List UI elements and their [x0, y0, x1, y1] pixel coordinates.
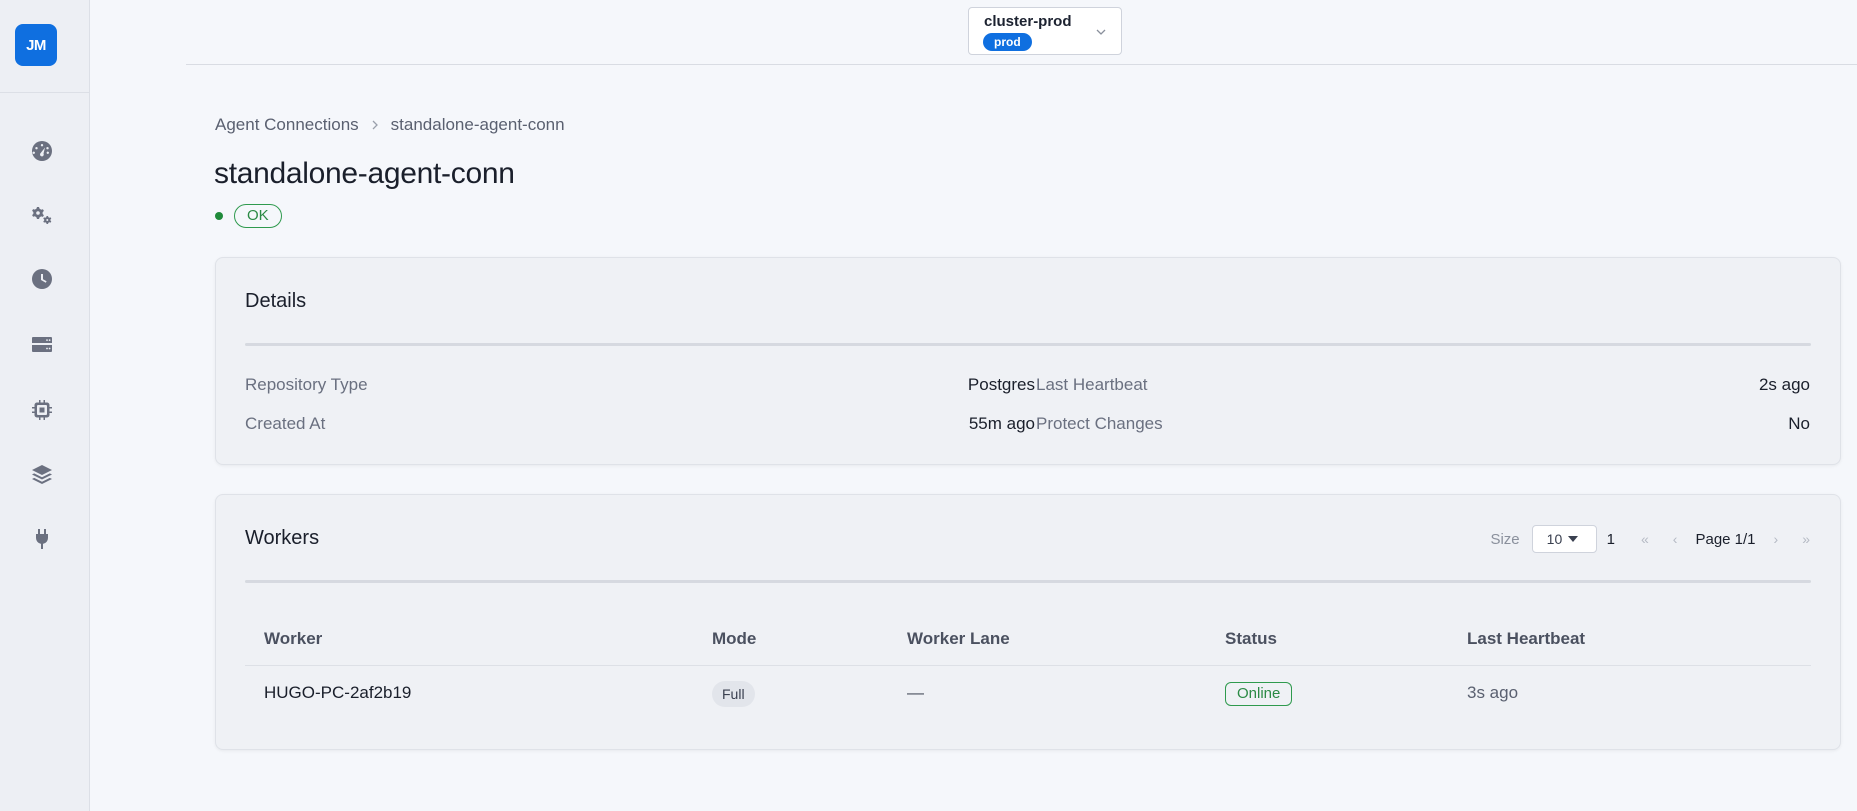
server-icon: [32, 337, 52, 352]
page-size-label: Size: [1490, 530, 1520, 548]
status-dot: [215, 212, 223, 220]
workers-card: Workers Size 10 1 « ‹ Page 1/1 › » Worke…: [215, 494, 1841, 750]
nav-servers[interactable]: [28, 331, 56, 359]
mode-badge: Full: [712, 681, 755, 707]
first-page-button[interactable]: «: [1641, 531, 1649, 547]
column-header-mode[interactable]: Mode: [712, 629, 756, 649]
chevron-right-icon: [372, 120, 378, 130]
table-row-divider: [245, 665, 1811, 666]
created-at-value: 55m ago: [968, 414, 1035, 433]
nav-layers[interactable]: [28, 461, 56, 489]
gears-icon: [32, 207, 52, 224]
repository-type-value: Postgres: [967, 375, 1035, 394]
breadcrumb-current: standalone-agent-conn: [390, 115, 565, 134]
page-number: 1: [1606, 530, 1615, 548]
chip-icon: [32, 400, 52, 420]
cluster-selector[interactable]: cluster-prod prod: [968, 7, 1122, 55]
sidebar: JM: [0, 0, 90, 811]
column-header-worker-lane[interactable]: Worker Lane: [907, 629, 1010, 649]
details-title: Details: [245, 290, 307, 312]
page-size-select[interactable]: 10: [1531, 525, 1597, 553]
worker-last-heartbeat-cell: 3s ago: [1467, 683, 1519, 702]
page-info: Page 1/1: [1695, 530, 1756, 548]
pagination: Size 10 1 « ‹ Page 1/1 › »: [1490, 525, 1810, 553]
workers-title: Workers: [245, 527, 320, 549]
sidebar-divider: [0, 92, 90, 93]
details-divider: [245, 343, 1811, 346]
cluster-env-badge: prod: [983, 33, 1032, 51]
topbar: cluster-prod prod: [186, 0, 1857, 65]
page-size-value: 10: [1546, 531, 1563, 547]
nav-settings[interactable]: [28, 202, 56, 230]
app-logo[interactable]: JM: [15, 24, 57, 66]
nav-dashboard[interactable]: [28, 137, 56, 165]
workers-divider: [245, 580, 1811, 583]
column-header-worker[interactable]: Worker: [264, 629, 322, 649]
chevron-down-icon: [1096, 29, 1106, 35]
worker-name-cell: HUGO-PC-2af2b19: [264, 683, 412, 702]
layers-icon: [32, 465, 52, 484]
prev-page-button[interactable]: ‹: [1673, 531, 1678, 547]
caret-down-icon: [1568, 536, 1579, 542]
created-at-label: Created At: [245, 414, 326, 433]
protect-changes-value: No: [1788, 414, 1810, 433]
last-page-button[interactable]: »: [1802, 531, 1810, 547]
column-header-status[interactable]: Status: [1225, 629, 1277, 649]
details-card: Details Repository Type Postgres Created…: [215, 257, 1841, 465]
column-header-last-heartbeat[interactable]: Last Heartbeat: [1467, 629, 1585, 649]
protect-changes-label: Protect Changes: [1036, 414, 1163, 433]
last-heartbeat-label: Last Heartbeat: [1036, 375, 1148, 394]
dashboard-gauge-icon: [32, 141, 52, 161]
next-page-button[interactable]: ›: [1774, 531, 1779, 547]
cluster-name: cluster-prod: [984, 13, 1072, 30]
page-title: standalone-agent-conn: [214, 157, 515, 190]
worker-lane-cell: —: [907, 683, 924, 702]
clock-icon: [32, 269, 52, 289]
nav-history[interactable]: [28, 265, 56, 293]
plug-icon: [36, 529, 48, 549]
nav-workers[interactable]: [28, 396, 56, 424]
last-heartbeat-value: 2s ago: [1758, 375, 1810, 394]
breadcrumb-agent-connections[interactable]: Agent Connections: [215, 115, 359, 135]
nav-connections[interactable]: [28, 525, 56, 553]
breadcrumb: Agent Connections standalone-agent-conn: [215, 115, 565, 135]
status-badge: OK: [234, 204, 282, 228]
repository-type-label: Repository Type: [245, 375, 368, 394]
worker-status-badge: Online: [1225, 682, 1293, 706]
